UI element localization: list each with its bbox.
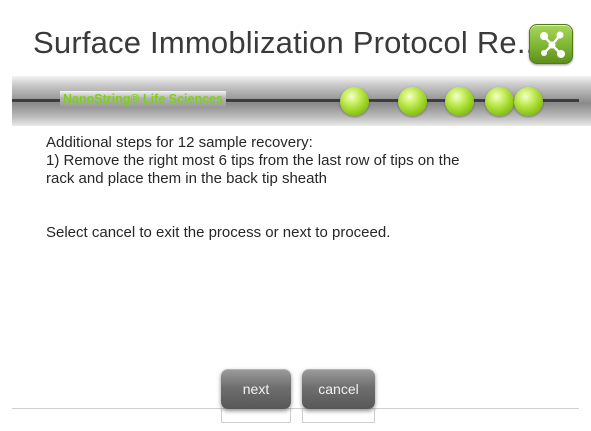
brand-label: NanoString® Life Sciences — [60, 91, 226, 107]
progress-step-1 — [340, 87, 369, 116]
cancel-button-base — [302, 409, 375, 423]
progress-step-2 — [398, 87, 427, 116]
page-title: Surface Immoblization Protocol Re... — [33, 25, 544, 60]
instruction-prompt: Select cancel to exit the process or nex… — [46, 224, 391, 241]
protocol-window: Surface Immoblization Protocol Re... Nan… — [0, 0, 591, 431]
next-button[interactable]: next — [221, 369, 291, 409]
footer-divider — [12, 408, 579, 409]
instruction-step-1a: 1) Remove the right most 6 tips from the… — [46, 152, 460, 169]
title-bar: Surface Immoblization Protocol Re... — [0, 0, 591, 76]
network-nodes-icon — [529, 24, 573, 64]
instruction-heading: Additional steps for 12 sample recovery: — [46, 134, 313, 151]
progress-step-4 — [485, 87, 514, 116]
instructions: Additional steps for 12 sample recovery:… — [46, 134, 556, 242]
instruction-step-1b: rack and place them in the back tip shea… — [46, 170, 328, 187]
progress-step-3 — [445, 87, 474, 116]
progress-step-5 — [514, 87, 543, 116]
next-button-base — [221, 409, 291, 423]
cancel-button[interactable]: cancel — [302, 369, 375, 409]
